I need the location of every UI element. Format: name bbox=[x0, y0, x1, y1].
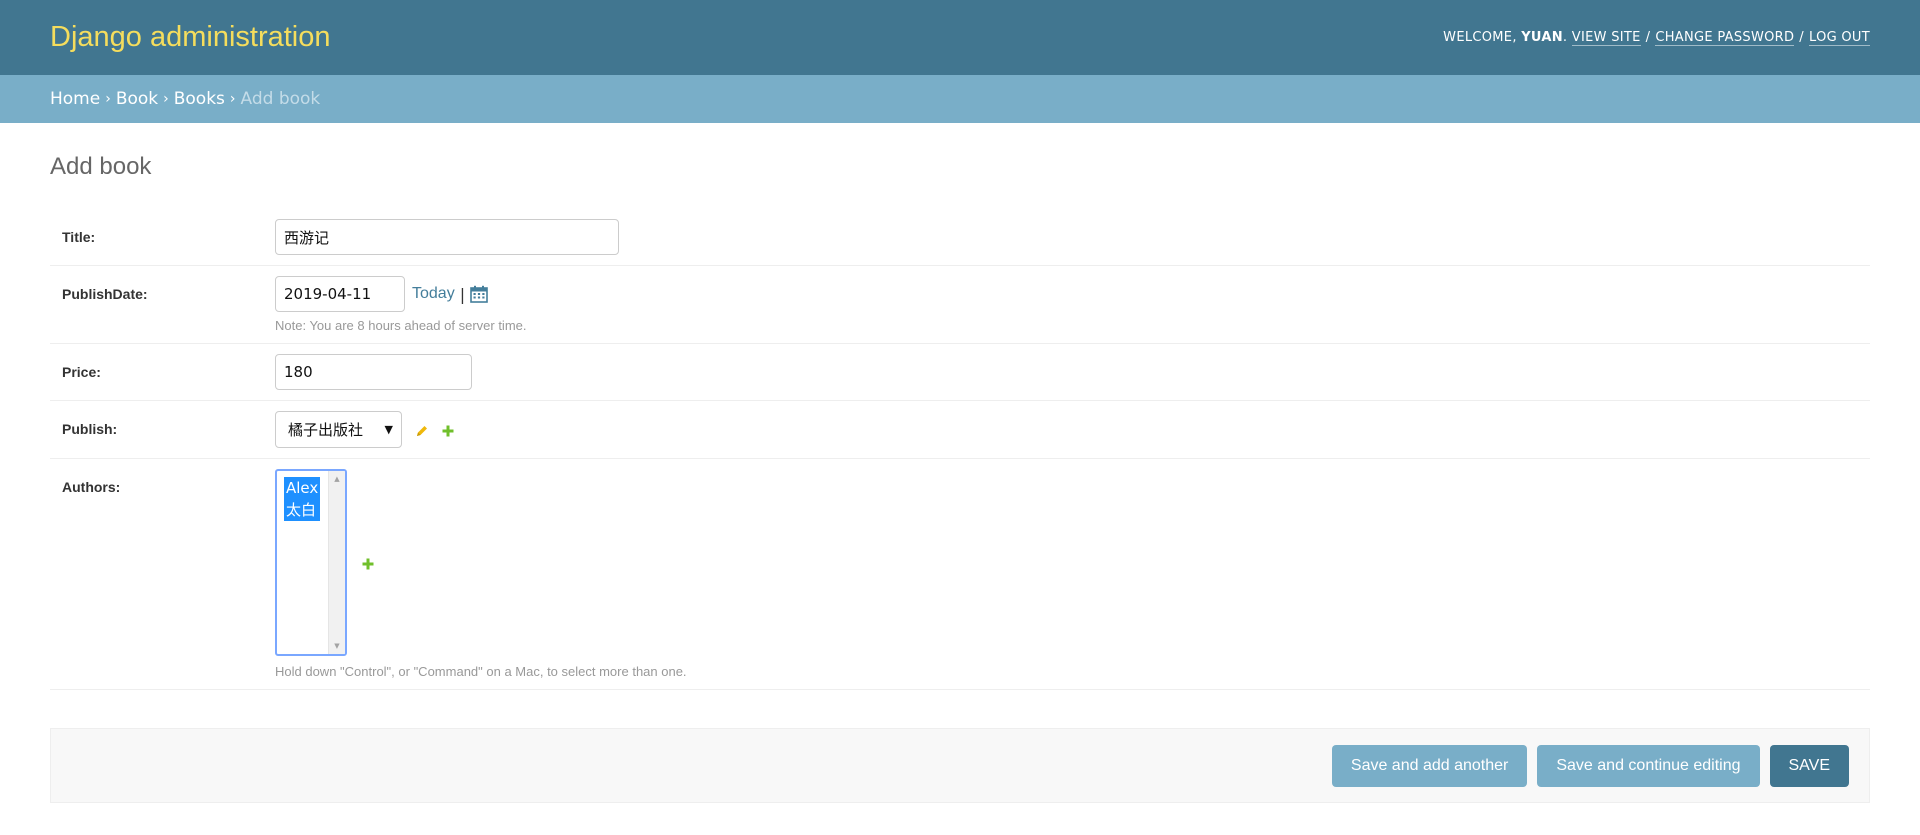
view-site-link[interactable]: VIEW SITE bbox=[1571, 30, 1641, 46]
pencil-icon[interactable] bbox=[415, 423, 429, 437]
publish-select[interactable]: 橘子出版社 ▼ bbox=[275, 411, 402, 448]
form-row-publish: Publish: 橘子出版社 ▼ bbox=[50, 401, 1870, 459]
authors-multiselect[interactable]: Alex 太白 ▲ ▼ bbox=[275, 469, 347, 656]
publish-label: Publish: bbox=[62, 421, 118, 437]
publish-selected-value: 橘子出版社 bbox=[288, 421, 364, 439]
change-password-link[interactable]: CHANGE PASSWORD bbox=[1655, 30, 1795, 46]
save-and-add-another-button[interactable]: Save and add another bbox=[1331, 744, 1528, 787]
chevron-down-icon: ▼ bbox=[384, 423, 393, 436]
breadcrumb-separator: › bbox=[105, 91, 111, 107]
scroll-down-icon[interactable]: ▼ bbox=[329, 642, 345, 650]
save-and-continue-button[interactable]: Save and continue editing bbox=[1537, 744, 1760, 787]
separator: / bbox=[1799, 30, 1804, 45]
scrollbar[interactable]: ▲ ▼ bbox=[328, 471, 345, 654]
timezone-note: Note: You are 8 hours ahead of server ti… bbox=[275, 318, 527, 333]
site-branding[interactable]: Django administration bbox=[50, 21, 330, 54]
title-input[interactable] bbox=[275, 219, 619, 255]
breadcrumb-books[interactable]: Books bbox=[174, 89, 225, 109]
author-option-alex[interactable]: Alex bbox=[284, 477, 321, 499]
publish-date-input[interactable] bbox=[275, 276, 405, 312]
authors-label: Authors: bbox=[62, 479, 121, 495]
separator: / bbox=[1645, 30, 1651, 45]
price-label: Price: bbox=[62, 364, 101, 380]
breadcrumb-separator: › bbox=[163, 91, 169, 107]
log-out-link[interactable]: LOG OUT bbox=[1808, 30, 1870, 46]
breadcrumb: Home › Book › Books › Add book bbox=[0, 75, 1920, 123]
form-row-authors: Authors: Alex 太白 ▲ ▼ Hold down "Control"… bbox=[50, 459, 1870, 690]
welcome-text: WELCOME, bbox=[1443, 30, 1517, 45]
submit-row: Save and add another Save and continue e… bbox=[50, 728, 1870, 803]
user-tools: WELCOME, YUAN. VIEW SITE / CHANGE PASSWO… bbox=[1443, 29, 1870, 46]
calendar-icon[interactable] bbox=[470, 285, 488, 303]
save-button[interactable]: SAVE bbox=[1769, 744, 1849, 787]
form-row-title: Title: bbox=[50, 209, 1870, 266]
publish-date-label: PublishDate: bbox=[62, 286, 148, 302]
breadcrumb-separator: › bbox=[229, 91, 236, 107]
header: Django administration WELCOME, YUAN. VIE… bbox=[0, 0, 1920, 75]
form-row-publish-date: PublishDate: Today | bbox=[50, 266, 1870, 344]
breadcrumb-current: Add book bbox=[240, 89, 321, 109]
authors-help: Hold down "Control", or "Command" on a M… bbox=[275, 664, 687, 679]
main-content: Add book Title: PublishDate: Today | bbox=[0, 123, 1920, 803]
title-label: Title: bbox=[62, 229, 96, 245]
pipe-separator: | bbox=[459, 284, 466, 304]
breadcrumb-book[interactable]: Book bbox=[116, 89, 158, 109]
breadcrumb-home[interactable]: Home bbox=[50, 89, 100, 109]
scroll-up-icon[interactable]: ▲ bbox=[329, 475, 345, 483]
plus-icon[interactable] bbox=[361, 556, 375, 570]
plus-icon[interactable] bbox=[441, 423, 455, 437]
price-input[interactable] bbox=[275, 354, 472, 390]
username: YUAN bbox=[1521, 30, 1563, 45]
author-option-taibai[interactable]: 太白 bbox=[284, 499, 321, 521]
today-link[interactable]: Today bbox=[412, 285, 455, 303]
form-row-price: Price: bbox=[50, 344, 1870, 401]
page-title: Add book bbox=[50, 153, 152, 180]
